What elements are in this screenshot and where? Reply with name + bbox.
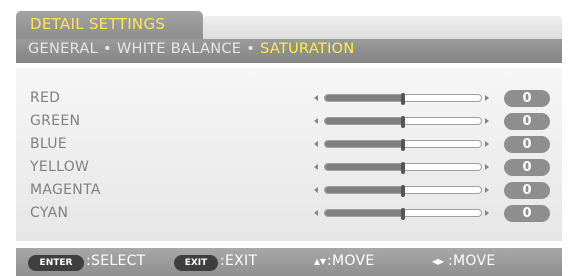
value-badge: 0 [504,113,550,130]
setting-row-yellow[interactable]: YELLOW 0 [16,157,562,179]
slider-knob[interactable] [401,185,405,197]
increase-arrow-icon[interactable] [485,95,489,101]
value-badge: 0 [504,90,550,107]
menu-title: DETAIL SETTINGS [30,15,166,33]
value-badge: 0 [504,136,550,153]
value-badge: 0 [504,182,550,199]
slider-fill [325,187,403,193]
enter-key-badge: ENTER [28,255,84,271]
decrease-arrow-icon[interactable] [314,141,318,147]
slider-knob[interactable] [401,139,405,151]
saturation-slider[interactable] [324,185,482,197]
setting-row-green[interactable]: GREEN 0 [16,111,562,133]
setting-label: BLUE [30,136,67,152]
slider-fill [325,95,403,101]
move-horizontal-hint: :MOVE [448,253,496,269]
setting-label: RED [30,90,61,106]
setting-label: CYAN [30,205,69,221]
breadcrumb-separator: • [103,41,112,57]
setting-label: GREEN [30,113,81,129]
setting-row-magenta[interactable]: MAGENTA 0 [16,180,562,202]
slider-fill [325,210,403,216]
saturation-slider[interactable] [324,208,482,220]
key-hint-bar: ENTER :SELECT EXIT :EXIT ▴▾ :MOVE ◂▸ :MO… [16,248,562,276]
settings-panel: RED 0 GREEN 0 BLUE 0 YELLOW 0 MAGENTA 0 … [16,68,562,241]
setting-row-blue[interactable]: BLUE 0 [16,134,562,156]
saturation-slider[interactable] [324,162,482,174]
decrease-arrow-icon[interactable] [314,164,318,170]
left-right-arrows-icon: ◂▸ [432,254,445,268]
up-down-arrows-icon: ▴▾ [314,254,327,268]
saturation-slider[interactable] [324,139,482,151]
breadcrumb-separator: • [246,41,256,57]
increase-arrow-icon[interactable] [485,187,489,193]
tab-saturation[interactable]: SATURATION [260,41,354,57]
setting-row-cyan[interactable]: CYAN 0 [16,203,562,225]
slider-knob[interactable] [401,162,405,174]
setting-label: YELLOW [30,159,90,175]
exit-key-badge: EXIT [174,255,218,271]
title-bar-background [203,16,562,39]
value-badge: 0 [504,159,550,176]
menu-title-tab: DETAIL SETTINGS [16,11,203,39]
increase-arrow-icon[interactable] [485,210,489,216]
move-vertical-hint: :MOVE [327,253,375,269]
slider-fill [325,164,403,170]
saturation-slider[interactable] [324,93,482,105]
detail-settings-menu: DETAIL SETTINGS GENERAL • WHITE BALANCE • SA… [16,8,562,276]
slider-knob[interactable] [401,208,405,220]
tab-white-balance[interactable]: WHITE BALANCE [117,41,241,57]
increase-arrow-icon[interactable] [485,118,489,124]
slider-fill [325,141,403,147]
select-hint: :SELECT [86,253,146,269]
decrease-arrow-icon[interactable] [314,187,318,193]
value-badge: 0 [504,205,550,222]
decrease-arrow-icon[interactable] [314,95,318,101]
slider-fill [325,118,403,124]
setting-row-red[interactable]: RED 0 [16,88,562,110]
slider-knob[interactable] [401,93,405,105]
decrease-arrow-icon[interactable] [314,210,318,216]
slider-knob[interactable] [401,116,405,128]
tab-general[interactable]: GENERAL [28,41,98,57]
setting-label: MAGENTA [30,182,101,198]
saturation-slider[interactable] [324,116,482,128]
decrease-arrow-icon[interactable] [314,118,318,124]
breadcrumb: GENERAL • WHITE BALANCE • SATURATION [28,41,355,57]
increase-arrow-icon[interactable] [485,164,489,170]
increase-arrow-icon[interactable] [485,141,489,147]
exit-hint: :EXIT [220,253,258,269]
